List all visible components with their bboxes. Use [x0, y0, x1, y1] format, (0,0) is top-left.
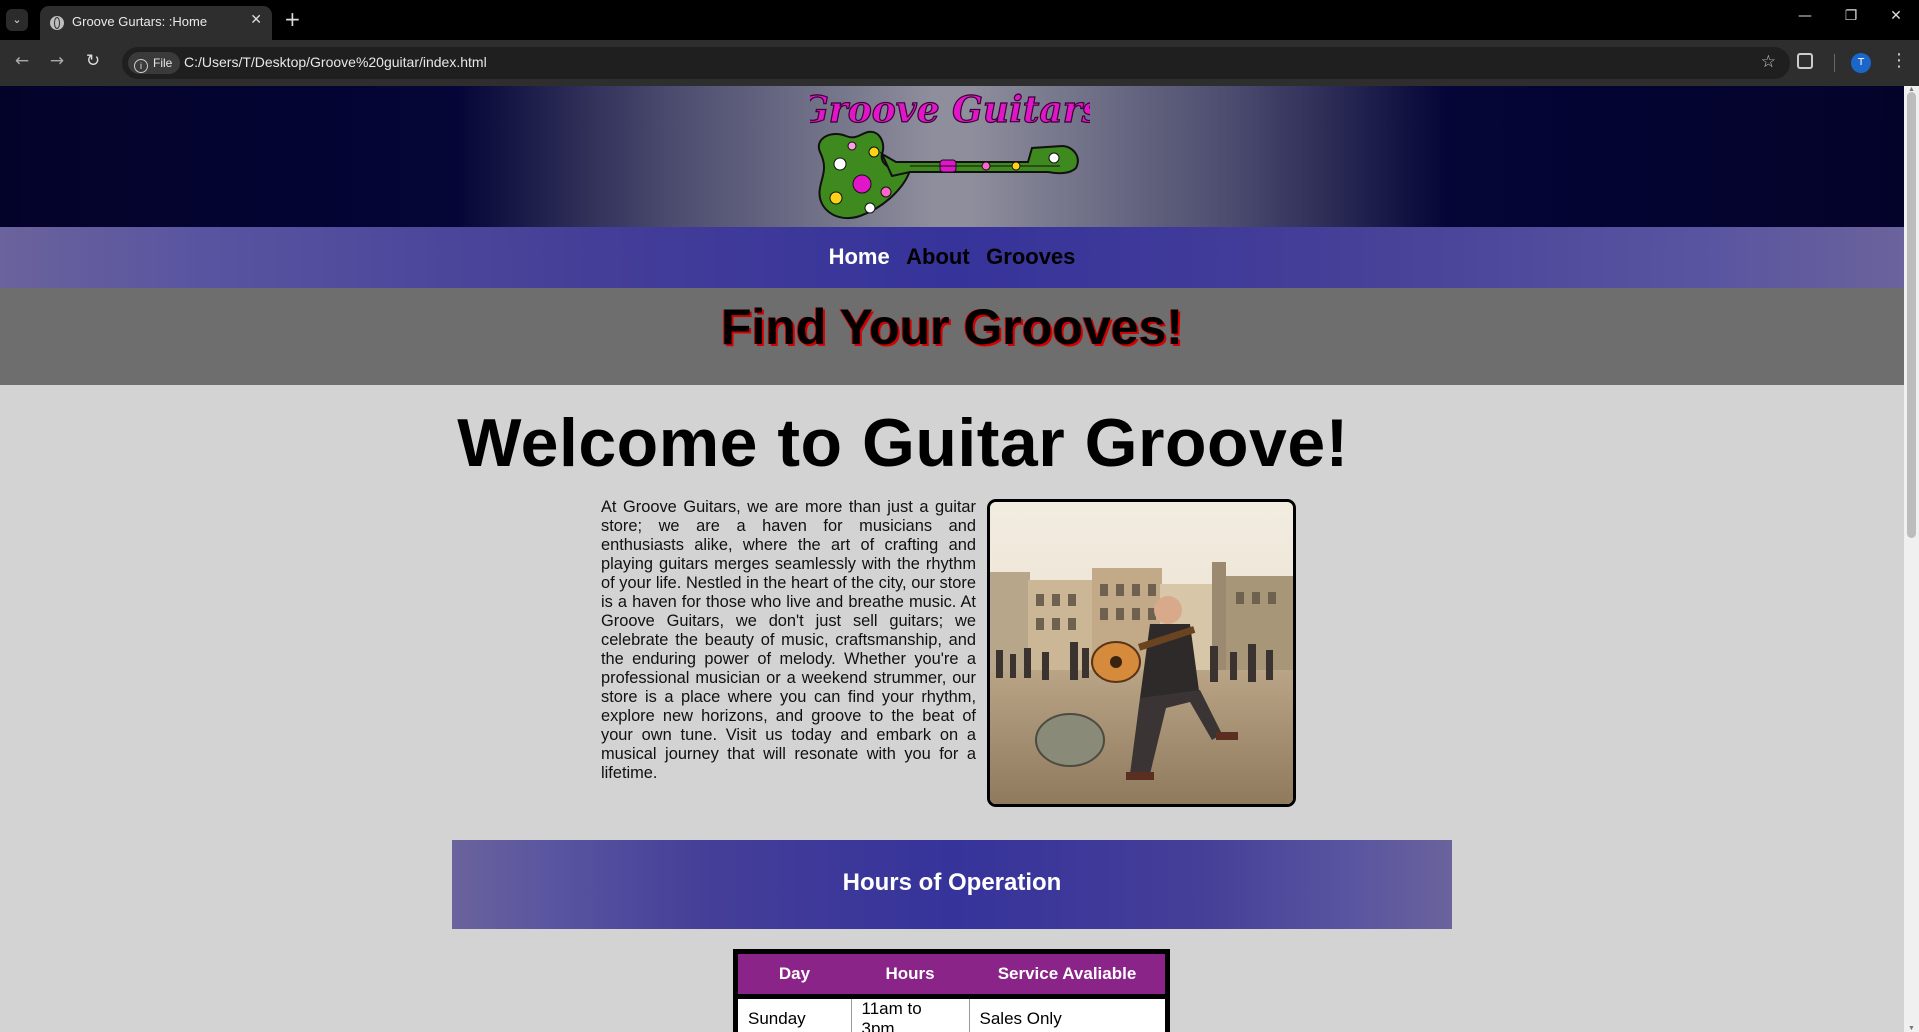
globe-icon — [50, 16, 64, 30]
tab-search-chevron-icon[interactable]: ⌄ — [6, 9, 28, 31]
info-icon: i — [134, 59, 148, 73]
column-header-hours: Hours — [851, 951, 969, 999]
table-cell-service: Sales Only — [979, 1009, 1062, 1028]
hours-heading: Hours of Operation — [842, 869, 1062, 896]
intro-paragraph: At Groove Guitars, we are more than just… — [601, 498, 976, 782]
close-tab-icon[interactable]: ✕ — [250, 12, 262, 28]
table-cell-hours: 11am to 3pm — [851, 996, 970, 1032]
hours-table: Day Hours Service Avaliable Sunday 11am … — [733, 949, 1170, 1032]
reload-icon[interactable]: ↻ — [81, 51, 105, 71]
column-header-day: Day — [735, 951, 851, 999]
forward-arrow-icon[interactable]: → — [45, 51, 69, 71]
main-navigation: Home About Grooves — [0, 227, 1904, 288]
browser-toolbar: ← → ↻ i File C:/Users/T/Desktop/Groove%20… — [0, 40, 1919, 86]
url-text[interactable]: C:/Users/T/Desktop/Groove%20guitar/index… — [184, 54, 487, 70]
browser-tab-strip: ⌄ Groove Gurtars: :Home ✕ + — ❐ ✕ — [0, 0, 1919, 40]
hero-banner: Find Your Grooves! — [0, 288, 1904, 385]
scrollbar-thumb[interactable] — [1907, 92, 1916, 538]
nav-link-home[interactable]: Home — [829, 244, 890, 270]
guitarist-image — [990, 502, 1293, 804]
welcome-heading: Welcome to Guitar Groove! — [457, 405, 1349, 481]
banner-title: Find Your Grooves! — [720, 299, 1184, 355]
site-header: Groove Guitars — [0, 86, 1904, 227]
table-header-row: Day Hours Service Avaliable — [735, 951, 1168, 999]
tab-title: Groove Gurtars: :Home — [72, 14, 208, 29]
back-arrow-icon[interactable]: ← — [10, 51, 34, 71]
nav-link-grooves[interactable]: Grooves — [986, 244, 1075, 270]
groove-guitars-logo[interactable]: Groove Guitars — [810, 88, 1090, 226]
column-header-service: Service Avaliable — [969, 951, 1168, 999]
address-bar[interactable]: i File C:/Users/T/Desktop/Groove%20guitar… — [122, 47, 1790, 79]
profile-avatar[interactable]: T — [1851, 53, 1871, 73]
restore-icon[interactable]: ❐ — [1836, 8, 1866, 24]
vertical-scrollbar[interactable]: ▲ ▼ — [1904, 86, 1919, 1032]
street-guitarist-photo — [987, 499, 1296, 807]
table-cell-day: Sunday — [735, 996, 852, 1032]
minimize-icon[interactable]: — — [1790, 8, 1820, 24]
new-tab-plus-icon[interactable]: + — [284, 7, 301, 31]
page-viewport: Groove Guitars Home About Grooves Find Y… — [0, 86, 1919, 1032]
window-close-icon[interactable]: ✕ — [1881, 8, 1911, 24]
toolbar-divider — [1834, 54, 1835, 72]
browser-tab[interactable]: Groove Gurtars: :Home ✕ — [40, 6, 272, 40]
more-menu-icon[interactable]: ⋮ — [1890, 50, 1908, 71]
table-row: Sunday 11am to 3pm Sales Only — [735, 996, 1168, 1032]
extensions-puzzle-icon[interactable] — [1797, 53, 1813, 69]
bookmark-star-icon[interactable]: ☆ — [1761, 52, 1776, 72]
nav-link-about[interactable]: About — [906, 244, 970, 270]
site-info-chip[interactable]: i File — [128, 52, 181, 74]
hours-section-header: Hours of Operation — [452, 840, 1452, 929]
scroll-down-arrow-icon[interactable]: ▼ — [1908, 1025, 1915, 1032]
file-scheme-label: File — [153, 56, 173, 70]
logo-text: Groove Guitars — [810, 89, 1090, 131]
